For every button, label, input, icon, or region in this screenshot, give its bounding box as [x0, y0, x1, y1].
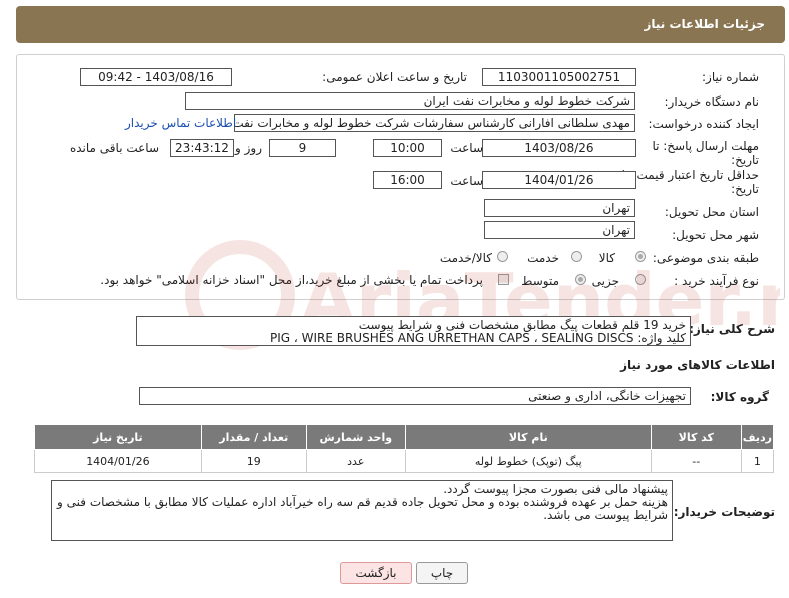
buyer-name-label: نام دستگاه خریدار: — [664, 95, 760, 109]
category-radio-goods[interactable] — [635, 251, 646, 262]
buyer-contact-link[interactable]: اطلاعات تماس خریدار — [125, 116, 236, 130]
need-number-field[interactable]: 1103001105002751 — [482, 68, 636, 86]
cell-item-name: پیگ (توپک) خطوط لوله — [404, 449, 652, 473]
creator-label: ایجاد کننده درخواست: — [648, 117, 759, 131]
need-number-label: شماره نیاز: — [702, 70, 759, 84]
validity-date-label: تاریخ: — [731, 182, 759, 196]
process-radio-minor[interactable] — [635, 274, 646, 285]
announce-date-label: تاریخ و ساعت اعلان عمومی: — [322, 70, 467, 84]
remaining-time-field[interactable]: 23:43:12 — [170, 139, 234, 157]
goods-group-field[interactable]: تجهیزات خانگی، اداری و صنعتی — [139, 387, 691, 405]
announce-date-field[interactable]: 1403/08/16 - 09:42 — [80, 68, 232, 86]
validity-time-field[interactable]: 16:00 — [373, 171, 442, 189]
goods-group-label: گروه کالا: — [710, 390, 769, 404]
description-field[interactable]: خرید 19 قلم قطعات پیگ مطابق مشخصات فنی و… — [136, 316, 691, 346]
col-unit: واحد شمارش — [305, 424, 406, 450]
province-label: استان محل تحویل: — [664, 205, 759, 219]
col-quantity: تعداد / مقدار — [200, 424, 307, 450]
description-line-2: کلید واژه: PIG ، WIRE BRUSHES ANG URRETH… — [270, 331, 686, 345]
treasury-note: پرداخت تمام یا بخشی از مبلغ خرید،از محل … — [100, 273, 483, 287]
process-label: نوع فرآیند خرید : — [674, 274, 759, 288]
description-label: شرح کلی نیاز: — [689, 322, 775, 336]
col-need-date: تاریخ نیاز — [34, 424, 202, 450]
category-label: طبقه بندی موضوعی: — [652, 251, 759, 265]
category-both-label: کالا/خدمت — [439, 251, 492, 265]
process-radio-medium[interactable] — [575, 274, 586, 285]
table-row[interactable]: 1 -- پیگ (توپک) خطوط لوله عدد 19 1404/01… — [34, 449, 775, 473]
days-label: روز و — [235, 141, 262, 155]
col-item-name: نام کالا — [404, 424, 652, 450]
cell-need-date: 1404/01/26 — [34, 449, 202, 473]
goods-table: ردیف کد کالا نام کالا واحد شمارش تعداد /… — [34, 424, 775, 473]
city-field[interactable]: تهران — [484, 221, 635, 239]
deadline-label: مهلت ارسال پاسخ: تا — [652, 139, 759, 153]
buyer-name-field[interactable]: شرکت خطوط لوله و مخابرات نفت ایران — [185, 92, 635, 110]
cell-item-code: -- — [650, 449, 742, 473]
validity-time-label: ساعت — [450, 174, 483, 188]
buyer-notes-line-3: شرایط پیوست می باشد. — [543, 508, 668, 522]
cell-quantity: 19 — [200, 449, 307, 473]
province-field[interactable]: تهران — [484, 199, 635, 217]
page-title: جزئیات اطلاعات نیاز — [644, 17, 765, 31]
validity-label: حداقل تاریخ اعتبار قیمت: تا — [621, 168, 759, 182]
treasury-checkbox[interactable] — [498, 274, 509, 285]
col-row-number: ردیف — [740, 424, 775, 450]
category-radio-service[interactable] — [571, 251, 582, 262]
cell-unit: عدد — [305, 449, 406, 473]
deadline-date-field[interactable]: 1403/08/26 — [482, 139, 636, 157]
page-header: جزئیات اطلاعات نیاز — [16, 6, 785, 43]
category-goods-label: کالا — [598, 251, 615, 265]
creator-field[interactable]: مهدی سلطانی افارانی کارشناس سفارشات شرکت… — [234, 114, 635, 132]
buyer-notes-field[interactable]: پیشنهاد مالی فنی بصورت مجزا پیوست گردد. … — [51, 480, 673, 541]
process-minor-label: جزیی — [591, 274, 619, 288]
goods-section-title: اطلاعات کالاهای مورد نیاز — [620, 358, 775, 372]
validity-date-field[interactable]: 1404/01/26 — [482, 171, 636, 189]
category-service-label: خدمت — [527, 251, 559, 265]
cell-row-number: 1 — [740, 449, 775, 473]
deadline-time-label: ساعت — [450, 141, 483, 155]
days-remaining-field[interactable]: 9 — [269, 139, 336, 157]
deadline-date-label: تاریخ: — [731, 153, 759, 167]
category-radio-both[interactable] — [497, 251, 508, 262]
process-medium-label: متوسط — [521, 274, 559, 288]
goods-table-header: ردیف کد کالا نام کالا واحد شمارش تعداد /… — [34, 424, 775, 450]
deadline-time-field[interactable]: 10:00 — [373, 139, 442, 157]
remaining-time-label: ساعت باقی مانده — [69, 141, 159, 155]
city-label: شهر محل تحویل: — [672, 228, 759, 242]
col-item-code: کد کالا — [650, 424, 742, 450]
back-button[interactable]: بازگشت — [340, 562, 412, 584]
buyer-notes-label: توضیحات خریدار: — [673, 505, 775, 519]
print-button[interactable]: چاپ — [416, 562, 468, 584]
